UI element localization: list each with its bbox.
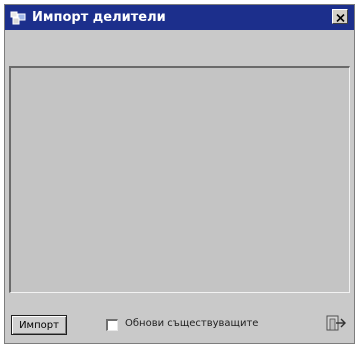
exit-icon [325, 313, 347, 337]
close-button[interactable] [332, 9, 348, 24]
import-button[interactable]: Импорт [11, 315, 67, 335]
update-existing-checkbox[interactable] [106, 319, 118, 331]
import-dividers-window: Импорт делители Импорт Обнови съществува… [4, 4, 355, 344]
window-title: Импорт делители [32, 10, 166, 25]
app-icon [10, 10, 26, 26]
import-list-panel[interactable] [9, 66, 350, 293]
exit-button[interactable] [324, 314, 348, 336]
update-existing-label[interactable]: Обнови съществуващите [125, 318, 258, 329]
close-icon [335, 7, 345, 26]
title-bar[interactable]: Импорт делители [5, 5, 354, 30]
